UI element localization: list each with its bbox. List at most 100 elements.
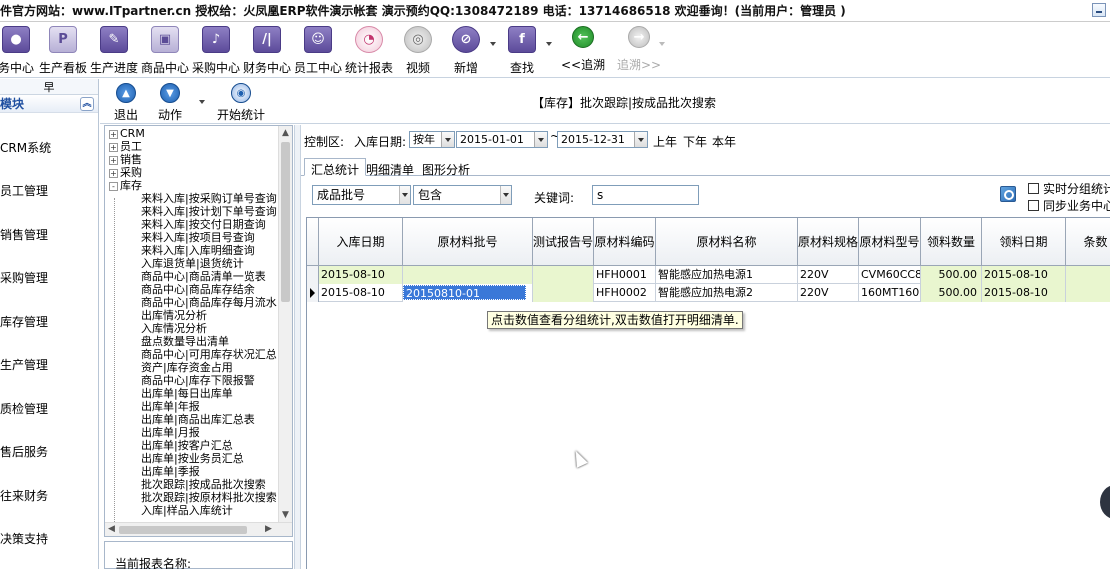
cell-batch-selected[interactable]: 20150810-01 <box>403 284 533 302</box>
module-finance[interactable]: 往来财务 <box>0 487 48 504</box>
cell-code[interactable]: HFH0001 <box>594 266 656 284</box>
expand-icon[interactable]: + <box>109 142 118 152</box>
module-inventory[interactable]: 库存管理 <box>0 313 48 330</box>
expand-icon[interactable]: + <box>109 155 118 165</box>
scroll-up-icon[interactable]: ▲ <box>282 128 289 138</box>
cell-qty[interactable]: 500.00 <box>921 266 982 284</box>
checkbox-box[interactable] <box>1028 183 1039 194</box>
sync-business-checkbox[interactable]: 同步业务中心 <box>1028 197 1110 214</box>
tree-leaf[interactable]: 盘点数量导出清单 <box>141 336 229 348</box>
tree-leaf[interactable]: 批次跟踪|按原材料批次搜索 <box>141 492 277 504</box>
tree-leaf[interactable]: 来料入库|入库明细查询 <box>141 245 255 257</box>
scroll-left-icon[interactable]: ◀ <box>108 524 115 534</box>
cell-name[interactable]: 智能感应加热电源1 <box>656 266 798 284</box>
cell-pick-date[interactable]: 2015-08-10 <box>982 284 1066 302</box>
chevron-down-icon[interactable] <box>634 132 647 147</box>
toolbar-add[interactable]: ⊘ 新增 <box>452 24 480 76</box>
forward-dropdown-icon[interactable] <box>659 42 665 46</box>
toolbar-product-center[interactable]: ▣ 商品中心 <box>141 24 189 76</box>
expand-icon[interactable]: + <box>109 168 118 178</box>
toolbar-find[interactable]: f 查找 <box>508 24 536 76</box>
col-header[interactable]: 原材料名称 <box>656 218 798 266</box>
tree-leaf[interactable]: 来料入库|按采购订单号查询 <box>141 193 277 205</box>
search-icon[interactable] <box>1000 186 1016 202</box>
action-button[interactable]: ▼ 动作 <box>158 81 182 123</box>
module-staff[interactable]: 员工管理 <box>0 182 48 199</box>
tree-node-staff[interactable]: + 员工 <box>109 141 142 153</box>
tree-leaf[interactable]: 商品中心|可用库存状况汇总 <box>141 349 277 361</box>
field-select[interactable]: 成品批号 <box>312 185 411 205</box>
expand-icon[interactable]: + <box>109 129 118 139</box>
toolbar-service-center[interactable]: ● 务中心 <box>0 24 34 76</box>
cell-batch[interactable] <box>403 266 533 284</box>
cell-date[interactable]: 2015-08-10 <box>319 284 403 302</box>
tree-leaf[interactable]: 出库单|年报 <box>141 401 200 413</box>
tree-leaf[interactable]: 入库退货单|退货统计 <box>141 258 244 270</box>
tab-chart[interactable]: 图形分析 <box>415 158 477 177</box>
tree-vertical-scrollbar[interactable]: ▲ ▼ <box>278 126 292 522</box>
tree-node-sales[interactable]: + 销售 <box>109 154 142 166</box>
col-header[interactable]: 原材料编码 <box>594 218 656 266</box>
tab-detail[interactable]: 明细清单 <box>359 158 421 177</box>
toolbar-report[interactable]: ◔ 统计报表 <box>345 24 393 76</box>
col-header[interactable]: 原材料规格 <box>798 218 859 266</box>
next-year-link[interactable]: 下年 <box>683 133 707 150</box>
find-dropdown-icon[interactable] <box>546 42 552 46</box>
cell-pick-date[interactable]: 2015-08-10 <box>982 266 1066 284</box>
last-year-link[interactable]: 上年 <box>653 133 677 150</box>
module-after-sales[interactable]: 售后服务 <box>0 443 48 460</box>
cell-name[interactable]: 智能感应加热电源2 <box>656 284 798 302</box>
tree-leaf[interactable]: 入库情况分析 <box>141 323 207 335</box>
toolbar-purchase-center[interactable]: ♪ 采购中心 <box>192 24 240 76</box>
col-header[interactable]: 领料数量 <box>921 218 982 266</box>
col-header[interactable]: 原材料批号 <box>403 218 533 266</box>
tree-leaf[interactable]: 出库单|季报 <box>141 466 200 478</box>
toolbar-video[interactable]: ◎ 视频 <box>404 24 432 76</box>
module-quality[interactable]: 质检管理 <box>0 400 48 417</box>
cell-model[interactable]: 160MT160KB <box>859 284 921 302</box>
cell-count[interactable] <box>1066 284 1110 302</box>
tree-node-crm[interactable]: + CRM <box>109 128 145 140</box>
toolbar-trace-back[interactable]: ← <<追溯 <box>561 24 605 76</box>
exit-button[interactable]: ▲ 退出 <box>114 81 138 123</box>
col-header[interactable]: 入库日期 <box>319 218 403 266</box>
collapse-icon[interactable]: - <box>109 181 118 191</box>
add-dropdown-icon[interactable] <box>490 42 496 46</box>
scroll-thumb[interactable] <box>281 142 290 302</box>
module-crm[interactable]: CRM系统 <box>0 139 51 156</box>
period-select[interactable]: 按年 <box>409 131 455 148</box>
scroll-thumb[interactable] <box>119 526 247 534</box>
panel-splitter[interactable] <box>294 125 301 569</box>
cell-spec[interactable]: 220V <box>798 266 859 284</box>
cell-date[interactable]: 2015-08-10 <box>319 266 403 284</box>
tree-leaf[interactable]: 来料入库|按计划下单号查询 <box>141 206 277 218</box>
start-stats-button[interactable]: ◉ 开始统计 <box>217 81 265 123</box>
collapse-up-icon[interactable]: ︽ <box>80 96 94 111</box>
start-date-picker[interactable]: 2015-01-01 <box>456 131 548 148</box>
end-date-picker[interactable]: 2015-12-31 <box>557 131 648 148</box>
chevron-down-icon[interactable] <box>441 132 454 147</box>
tree-leaf[interactable]: 资产|库存资金占用 <box>141 362 233 374</box>
keyword-input[interactable]: s <box>592 185 699 205</box>
cell-spec[interactable]: 220V <box>798 284 859 302</box>
col-header[interactable]: 测试报告号 <box>533 218 594 266</box>
module-purchase[interactable]: 采购管理 <box>0 269 48 286</box>
chevron-down-icon[interactable] <box>534 132 547 147</box>
toolbar-staff-center[interactable]: ☺ 员工中心 <box>294 24 342 76</box>
tree-leaf[interactable]: 商品中心|商品库存结余 <box>141 284 255 296</box>
module-decision[interactable]: 决策支持 <box>0 530 48 547</box>
cell-code[interactable]: HFH0002 <box>594 284 656 302</box>
tree-leaf[interactable]: 商品中心|商品库存每月流水 <box>141 297 277 309</box>
action-dropdown-icon[interactable] <box>199 100 205 104</box>
toolbar-finance-center[interactable]: /| 财务中心 <box>243 24 291 76</box>
cell-report[interactable] <box>533 284 594 302</box>
tree-leaf[interactable]: 出库情况分析 <box>141 310 207 322</box>
tree-node-purchase[interactable]: + 采购 <box>109 167 142 179</box>
tree-leaf[interactable]: 出库单|月报 <box>141 427 200 439</box>
scroll-down-icon[interactable]: ▼ <box>282 510 289 520</box>
scroll-right-icon[interactable]: ▶ <box>265 524 272 534</box>
checkbox-box[interactable] <box>1028 200 1039 211</box>
tree-leaf[interactable]: 出库单|每日出库单 <box>141 388 233 400</box>
chevron-down-icon[interactable] <box>500 186 511 204</box>
tab-summary[interactable]: 汇总统计 <box>304 158 367 177</box>
